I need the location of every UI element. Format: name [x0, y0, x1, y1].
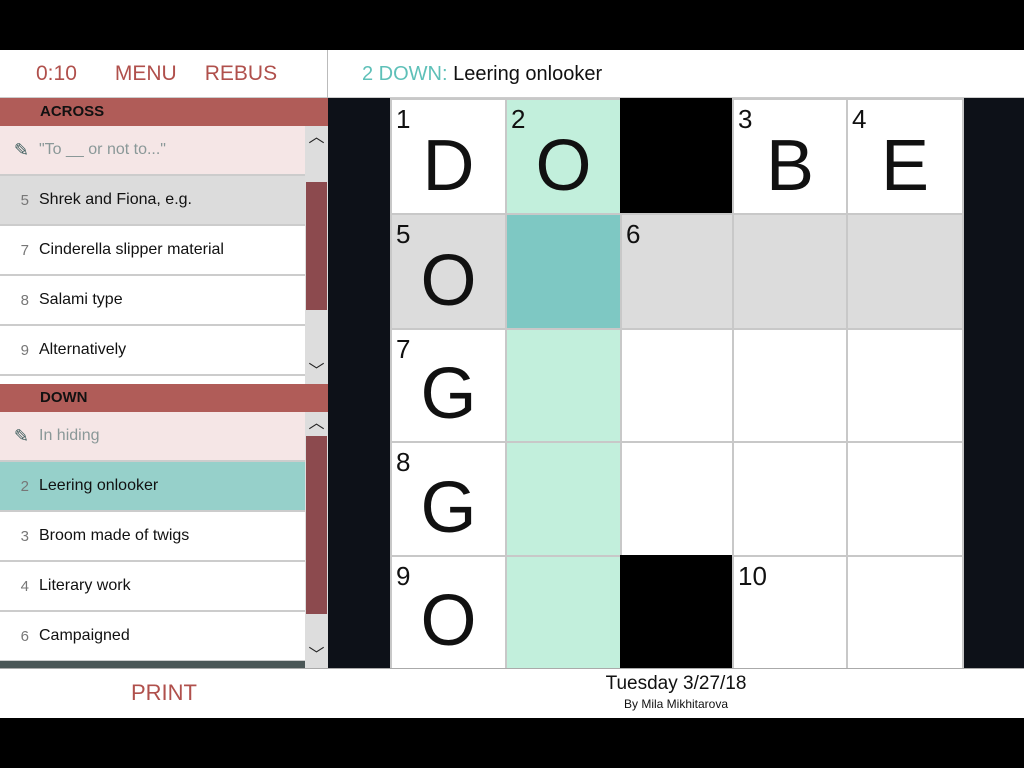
timer[interactable]: 0:10 [36, 62, 77, 86]
menu-button[interactable]: MENU [115, 62, 177, 86]
clue-number: 9 [20, 341, 29, 359]
cell-letter: G [420, 354, 477, 434]
grid-cell [620, 555, 734, 670]
grid-cell[interactable] [505, 328, 622, 443]
cell-letter: O [420, 581, 477, 661]
grid-cell[interactable]: 2O [505, 98, 622, 215]
clue-item[interactable]: 6 Campaigned [0, 612, 305, 662]
grid-cell[interactable]: 9O [390, 555, 507, 670]
grid-cell[interactable] [505, 555, 622, 670]
clue-item[interactable]: 7 Cinderella slipper material [0, 226, 305, 276]
grid-cell[interactable] [732, 213, 848, 330]
grid-cell[interactable] [505, 441, 622, 557]
cell-letter: E [880, 126, 930, 206]
chevron-down-icon[interactable]: ﹀ [305, 644, 328, 668]
clue-item[interactable]: 2 Leering onlooker [0, 462, 305, 512]
grid-cell[interactable] [846, 555, 964, 670]
clue-number: 4 [20, 577, 29, 595]
clue-number: 2 [20, 477, 29, 495]
clue-text: Literary work [39, 577, 131, 594]
grid-cell[interactable] [620, 441, 734, 557]
clue-number: 7 [20, 241, 29, 259]
current-clue-text: Leering onlooker [453, 63, 603, 85]
clue-number: 6 [20, 627, 29, 645]
current-clue-bar: 2 DOWN: Leering onlooker [328, 50, 1024, 98]
clue-number: 8 [20, 291, 29, 309]
cell-letter: G [420, 468, 477, 548]
chevron-down-icon[interactable]: ﹀ [305, 360, 328, 384]
grid-cell[interactable] [846, 213, 964, 330]
chevron-up-icon[interactable]: ︿ [305, 126, 328, 150]
pencil-icon: ✎ [13, 425, 29, 446]
puzzle-date: Tuesday 3/27/18 [605, 673, 747, 694]
cell-letter: B [765, 126, 815, 206]
grid-cell[interactable]: 4E [846, 98, 964, 215]
current-clue-direction: 2 DOWN: [362, 63, 448, 85]
rebus-button[interactable]: REBUS [205, 62, 277, 86]
scroll-thumb[interactable] [306, 182, 327, 310]
list-footer-bar [0, 661, 305, 668]
clue-item[interactable]: 5 Shrek and Fiona, e.g. [0, 176, 305, 226]
cell-letter: O [535, 126, 592, 206]
clue-text: Shrek and Fiona, e.g. [39, 191, 192, 208]
toolbar: 0:10 MENU REBUS [0, 50, 327, 98]
clue-text: Cinderella slipper material [39, 241, 224, 258]
down-header: DOWN [0, 384, 328, 412]
scroll-thumb[interactable] [306, 436, 327, 614]
across-list: ✎ "To __ or not to..." 5 Shrek and Fiona, e… [0, 126, 305, 376]
grid-cell[interactable] [620, 328, 734, 443]
grid-cell[interactable]: 10 [732, 555, 848, 670]
grid-cell[interactable]: 6 [620, 213, 734, 330]
grid-cell[interactable]: 5O [390, 213, 507, 330]
app: 0:10 MENU REBUS ACROSS ✎ "To __ or not to… [0, 50, 1024, 718]
clue-number: 5 [20, 191, 29, 209]
clue-text: Campaigned [39, 627, 130, 644]
chevron-up-icon[interactable]: ︿ [305, 412, 328, 436]
clue-panel: 0:10 MENU REBUS ACROSS ✎ "To __ or not to… [0, 50, 328, 668]
grid-cell[interactable]: 3B [732, 98, 848, 215]
grid-cell[interactable]: 1D [390, 98, 507, 215]
print-button[interactable]: PRINT [0, 669, 328, 717]
clue-text: Salami type [39, 291, 123, 308]
grid-cell[interactable] [505, 213, 622, 330]
clue-item[interactable]: ✎ In hiding [0, 412, 305, 462]
puzzle-byline: By Mila Mikhitarova [623, 697, 729, 711]
clue-text: Alternatively [39, 341, 127, 358]
clue-text: In hiding [39, 427, 100, 444]
clue-text: Broom made of twigs [39, 527, 190, 544]
clue-item[interactable]: 9 Alternatively [0, 326, 305, 376]
grid-cell [620, 98, 734, 215]
grid-cell[interactable] [732, 441, 848, 557]
grid-cell[interactable] [846, 328, 964, 443]
clue-item[interactable]: 4 Literary work [0, 562, 305, 612]
clue-number: 3 [20, 527, 29, 545]
clue-item[interactable]: 8 Salami type [0, 276, 305, 326]
grid-cell[interactable] [846, 441, 964, 557]
grid-cell[interactable]: 8G [390, 441, 507, 557]
across-header: ACROSS [0, 98, 328, 126]
pencil-icon: ✎ [13, 139, 29, 160]
grid-cell[interactable]: 7G [390, 328, 507, 443]
down-list: ✎ In hiding 2 Leering onlooker 3 Broom made o… [0, 412, 305, 662]
across-scrollbar[interactable]: ︿ ﹀ [305, 126, 328, 384]
clue-item[interactable]: 3 Broom made of twigs [0, 512, 305, 562]
footer: PRINT Tuesday 3/27/18 By Mila Mikhitarov… [0, 668, 1024, 718]
cell-number: 6 [626, 219, 641, 249]
clue-item[interactable]: ✎ "To __ or not to..." [0, 126, 305, 176]
down-scrollbar[interactable]: ︿ ﹀ [305, 412, 328, 668]
cell-letter: O [420, 241, 477, 321]
clue-text: "To __ or not to..." [39, 141, 166, 158]
grid-cell[interactable] [732, 328, 848, 443]
clue-text: Leering onlooker [39, 477, 159, 494]
cell-letter: D [422, 126, 475, 206]
crossword-board: 1 D 2 O 3 B 4 E 5 O 6 7 G 8 G 9 O 10 [328, 98, 1024, 670]
cell-number: 10 [738, 561, 767, 591]
